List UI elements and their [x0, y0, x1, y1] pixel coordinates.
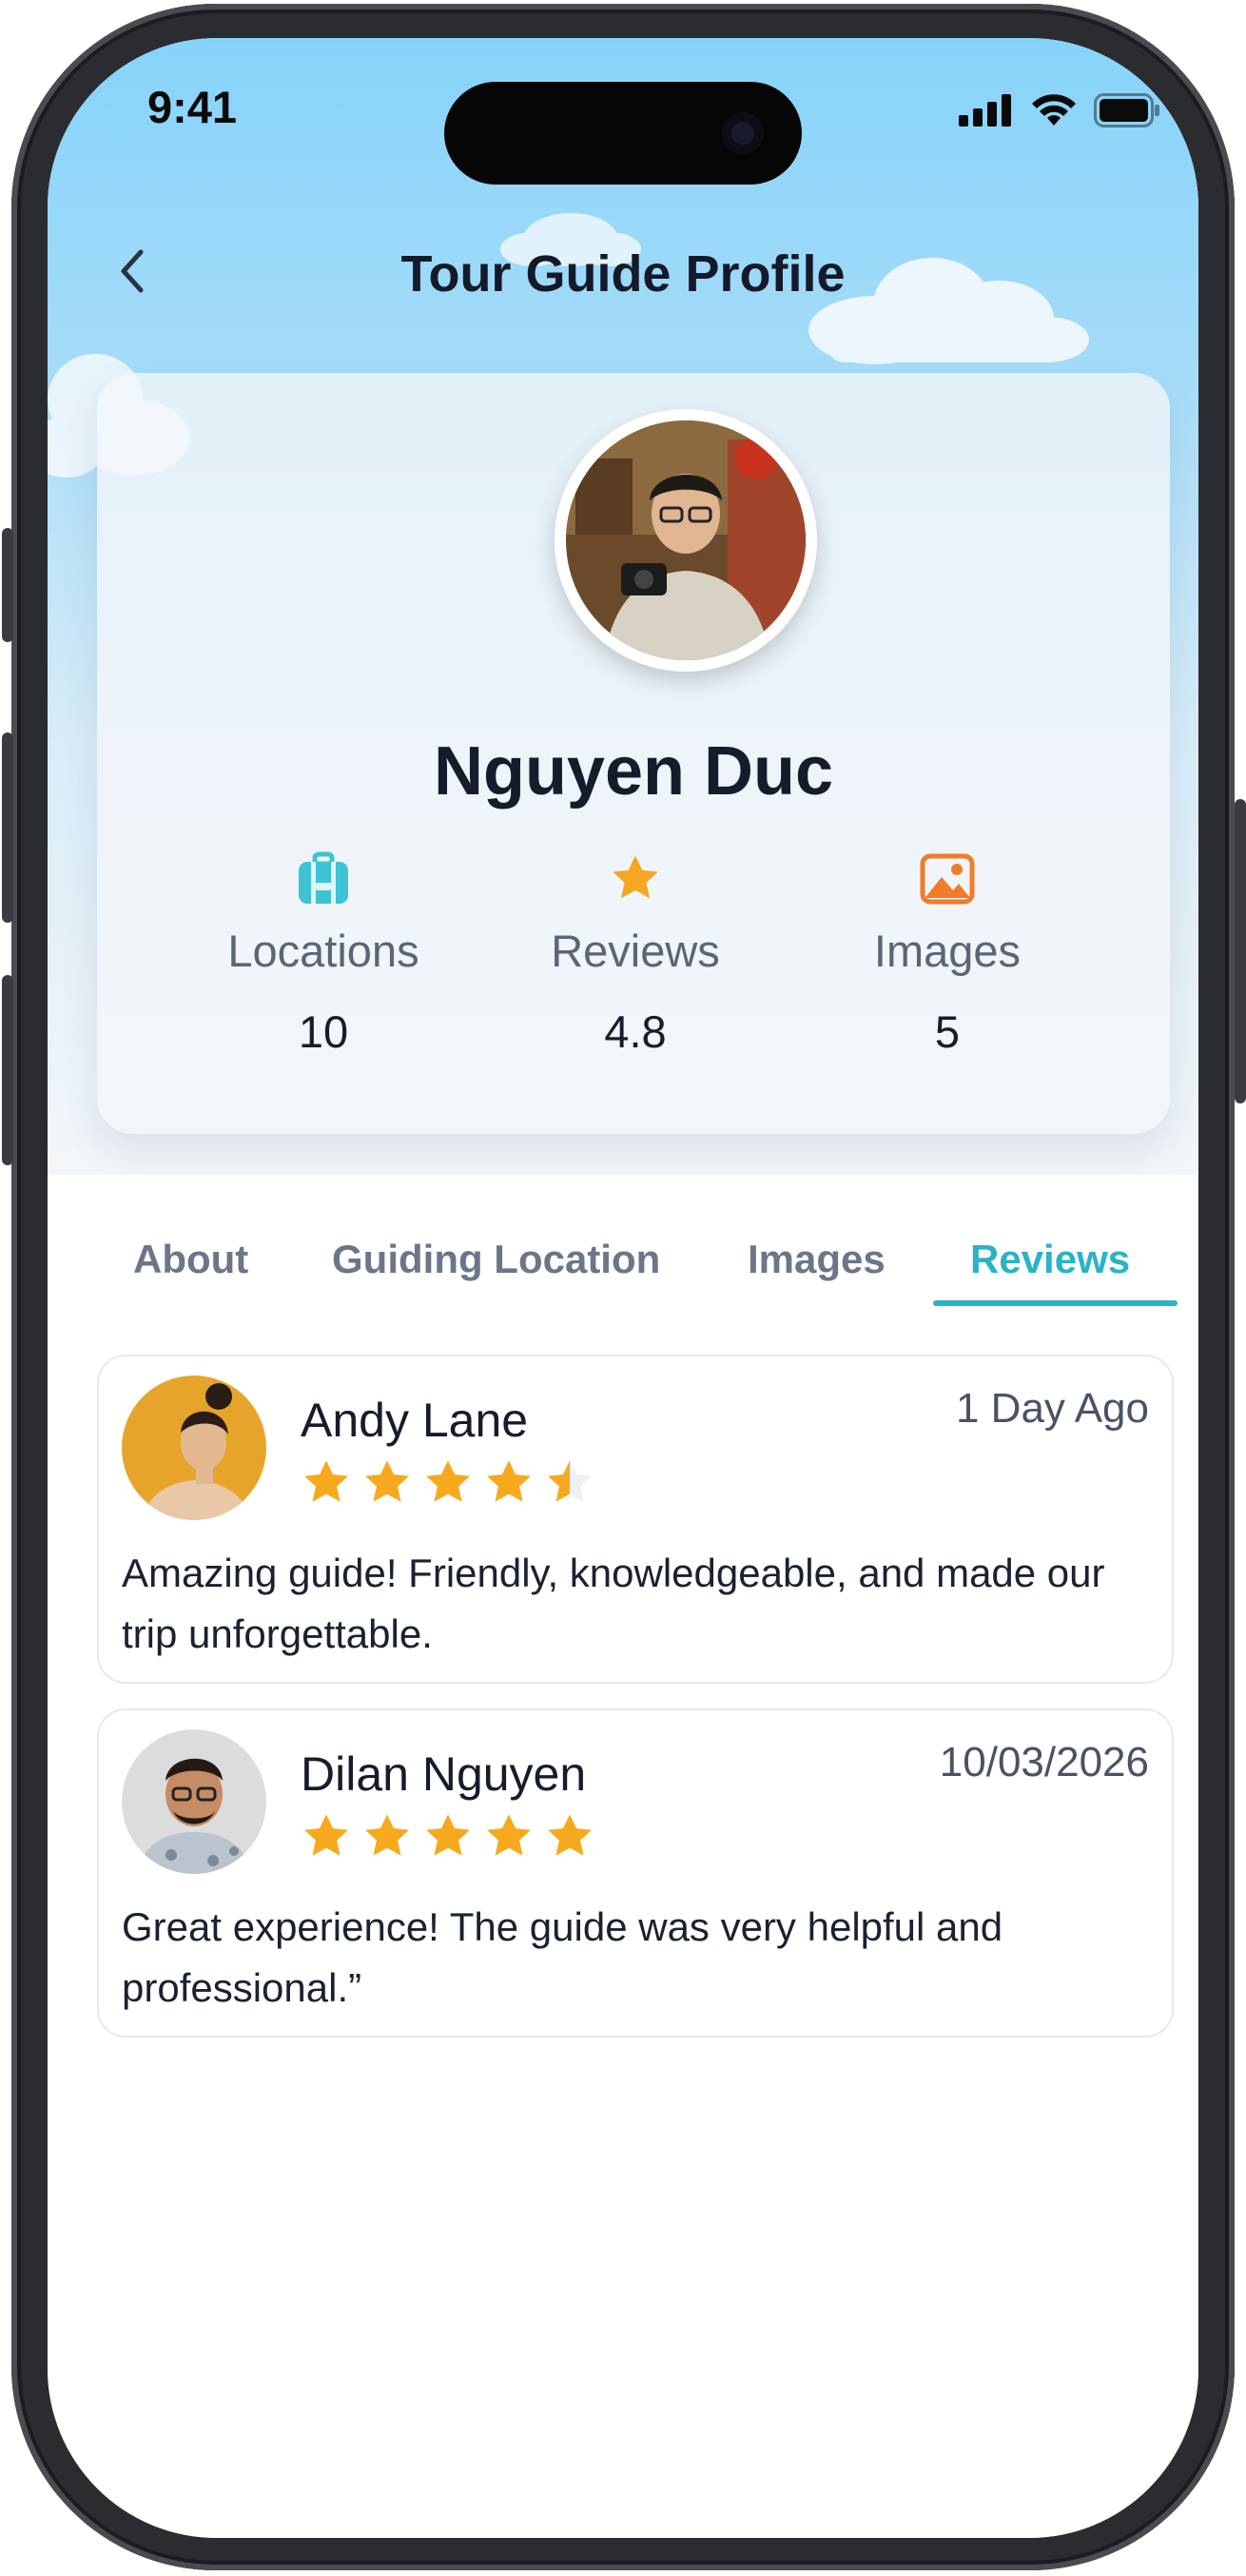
side-button [2, 528, 13, 642]
tab-guiding-location[interactable]: Guiding Location [332, 1237, 660, 1282]
reviewer-photo [122, 1729, 266, 1874]
tab-images[interactable]: Images [748, 1237, 886, 1282]
reviewer-photo [122, 1376, 266, 1520]
reviewer-avatar[interactable] [122, 1376, 266, 1520]
review-date: 1 Day Ago [955, 1385, 1149, 1432]
guide-name: Nguyen Duc [433, 733, 834, 810]
status-bar: 9:41 [48, 38, 1198, 190]
review-card: Dilan Nguyen 10/03/2026 Great experience… [97, 1708, 1174, 2038]
review-date: 10/03/2026 [939, 1739, 1149, 1786]
star-icon [365, 1460, 409, 1502]
image-icon [920, 853, 975, 905]
star-icon [365, 1814, 409, 1856]
stat-value: 5 [934, 1006, 961, 1057]
guide-avatar[interactable] [555, 409, 817, 672]
stat-value: 10 [298, 1006, 349, 1057]
stat-images[interactable]: Images 5 [805, 849, 1090, 1058]
reviewer-name: Andy Lane [301, 1394, 529, 1447]
camera-lens [722, 112, 764, 154]
star-icon [426, 1814, 470, 1856]
star-icon [304, 1460, 348, 1502]
star-icon [548, 1814, 592, 1856]
volume-up-button [2, 732, 13, 923]
signal-icon [959, 94, 1011, 127]
guide-photo [566, 420, 806, 660]
tab-reviews[interactable]: Reviews [970, 1237, 1130, 1282]
review-card: Andy Lane 1 Day Ago Amazing guide! Frien… [97, 1355, 1174, 1684]
star-icon [487, 1460, 531, 1502]
stat-label: Images [873, 926, 1022, 976]
rating-stars [299, 1455, 597, 1511]
suitcase-icon [299, 851, 348, 904]
star-icon [487, 1814, 531, 1856]
review-text: Amazing guide! Friendly, knowledgeable, … [122, 1551, 1105, 1656]
half-star-icon [548, 1460, 592, 1502]
battery-icon [1094, 93, 1159, 127]
rating-stars [299, 1809, 597, 1864]
stat-locations[interactable]: Locations 10 [181, 849, 466, 1058]
volume-down-button [2, 975, 13, 1165]
stat-value: 4.8 [604, 1006, 667, 1057]
tab-about[interactable]: About [133, 1237, 248, 1282]
profile-tabs: About Guiding Location Images Reviews [48, 1199, 1198, 1313]
status-icons [959, 93, 1160, 127]
star-icon [426, 1460, 470, 1502]
star-icon [304, 1814, 348, 1856]
page-title: Tour Guide Profile [400, 245, 846, 302]
reviewer-name: Dilan Nguyen [301, 1747, 587, 1801]
profile-card: Nguyen Duc Locations 10 Reviews 4.8 Imag… [97, 373, 1170, 1134]
review-text: Great experience! The guide was very hel… [122, 1904, 1003, 2010]
status-time: 9:41 [147, 82, 238, 132]
active-tab-indicator [933, 1300, 1178, 1306]
stat-label: Reviews [551, 926, 720, 976]
stat-label: Locations [227, 926, 419, 976]
wifi-icon [1032, 94, 1076, 126]
stat-reviews[interactable]: Reviews 4.8 [493, 849, 778, 1058]
reviewer-avatar[interactable] [122, 1729, 266, 1874]
nav-header: Tour Guide Profile [48, 214, 1198, 319]
screen: 9:41 Tour Guide Profile Nguyen Duc Locat… [48, 38, 1198, 2538]
dynamic-island [444, 82, 802, 185]
star-icon [613, 855, 658, 899]
power-button [1235, 799, 1246, 1103]
